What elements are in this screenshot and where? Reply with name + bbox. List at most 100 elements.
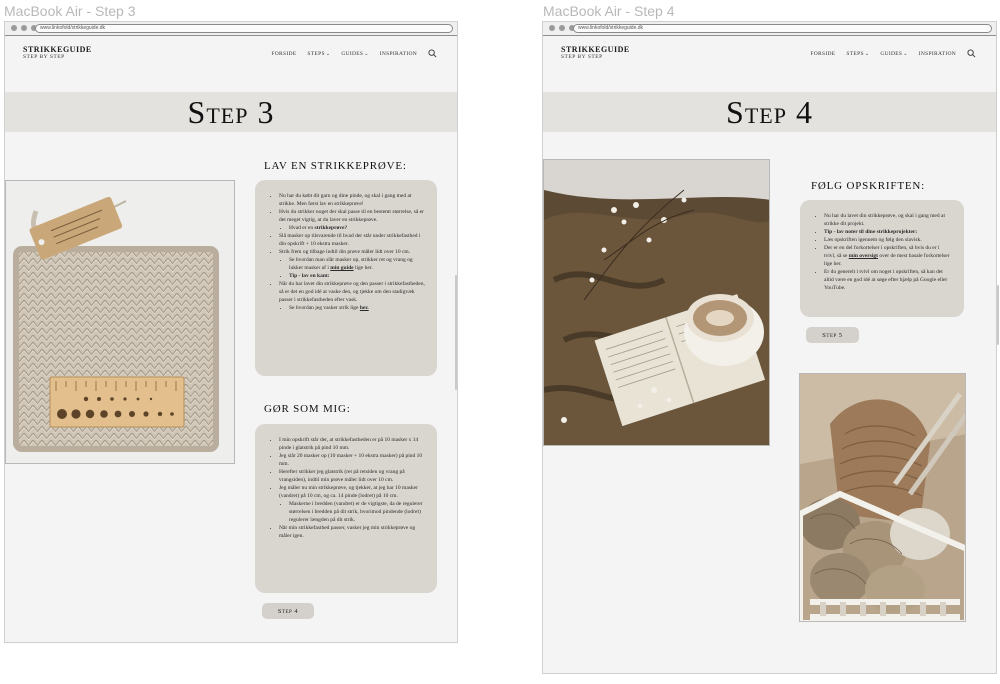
step-banner: Step 4 [543,92,996,132]
nav-inspiration-label: INSPIRATION [379,50,417,57]
info-list: I min opskrift står der, at strikkefasth… [267,436,425,540]
list-item: Slå masker op tilsvarende til hvad der s… [279,232,425,248]
chevron-down-icon: ⌄ [864,51,870,57]
list-item: Se hvordan man slår masker op, strikker … [289,256,425,272]
list-item: Hvad er en strikkeprøve? [289,224,425,232]
list-item: Jeg måler nu min strikkeprøve, og tjekke… [279,484,425,524]
site-logo[interactable]: STRIKKEGUIDE STEP BY STEP [23,45,92,60]
list-item: Hvis du strikker noget der skal passe ti… [279,208,425,232]
window-controls [11,25,37,31]
next-step-button[interactable]: Step 4 [262,603,314,619]
nav-home-label: FORSIDE [810,50,836,57]
logo-title: STRIKKEGUIDE [561,45,630,54]
yarn-basket-photo [799,373,966,622]
list-item: Tip - lav en kant: [289,272,425,280]
yarn-basket-image [800,374,965,621]
site-logo[interactable]: STRIKKEGUIDE STEP BY STEP [561,45,630,60]
nav-steps[interactable]: STEPS ⌄ [307,51,330,57]
list-item: Maskerne i bredden (vandret) er de vigti… [289,500,425,524]
site-header: STRIKKEGUIDE STEP BY STEP FORSIDE STEPS ⌄… [543,36,996,76]
chevron-down-icon: ⌄ [364,51,369,57]
nav-inspiration[interactable]: INSPIRATION [380,51,417,57]
section-title-do-like-me: GØR SOM MIG: [264,403,351,415]
list-item: Jeg slår 20 masker op (10 masker + 10 ek… [279,452,425,468]
close-dot-icon[interactable] [11,25,17,31]
list-item-bold[interactable]: strikkeprøve? [315,225,348,231]
list-item: I min opskrift står der, at strikkefasth… [279,436,425,452]
site-header: STRIKKEGUIDE STEP BY STEP FORSIDE STEPS ⌄… [5,36,457,76]
list-item-text: Jeg måler nu min strikkeprøve, og tjekke… [279,485,418,499]
section-title-follow-pattern: FØLG OPSKRIFTEN: [811,180,925,192]
wash-link[interactable]: her. [360,305,369,311]
sub-list: Se hvordan jeg vasker strik lige her. [279,304,425,312]
page-title: Step 3 [187,93,275,130]
artboard-title: MacBook Air - Step 3 [4,3,136,19]
nav-inspiration[interactable]: INSPIRATION [919,51,956,57]
list-item-text: lige her. [353,265,373,271]
address-bar[interactable]: www.linkofold/strikkeguide.dk [35,24,453,33]
logo-subtitle: STEP BY STEP [23,54,65,60]
list-item: Der er en del forkortelser i opskriften,… [824,244,952,268]
artboard-title: MacBook Air - Step 4 [543,3,675,19]
info-list: Nu har du købt dit garn og dine pinde, o… [267,192,425,312]
nav-guides-label: GUIDES [341,50,364,57]
sub-list: Maskerne i bredden (vandret) er de vigti… [279,500,425,524]
logo-title: STRIKKEGUIDE [23,45,92,54]
info-list: Nu har du lavet din strikkeprøve, og ska… [812,212,952,292]
address-bar[interactable]: www.linkofold/strikkeguide.dk [573,24,992,33]
info-card-follow-pattern: Nu har du lavet din strikkeprøve, og ska… [800,200,964,317]
nav-inspiration-label: INSPIRATION [918,50,956,57]
list-item: Læs opskriften igennem og følg den slavi… [824,236,952,244]
info-card-gauge: Nu har du købt dit garn og dine pinde, o… [255,180,437,376]
coffee-book-image [544,160,769,445]
page-title: Step 4 [726,93,813,130]
browser-frame: www.linkofold/strikkeguide.dk STRIKKEGUI… [542,21,997,674]
logo-subtitle: STEP BY STEP [561,54,603,60]
nav-guides[interactable]: GUIDES ⌄ [880,51,907,57]
nav-guides[interactable]: GUIDES ⌄ [341,51,368,57]
scrollbar[interactable] [455,275,457,390]
search-icon[interactable] [428,49,437,58]
nav-home[interactable]: FORSIDE [271,51,296,57]
sub-list: Hvad er en strikkeprøve? [279,224,425,232]
list-item: Herefter strikker jeg glatstrik (ret på … [279,468,425,484]
list-item-text: Når du har lavet din strikkeprøve og den… [279,281,425,303]
list-item-text: Hvad er en [289,225,315,231]
chevron-down-icon: ⌄ [903,51,908,57]
minimize-dot-icon[interactable] [559,25,565,31]
main-nav: FORSIDE STEPS ⌄ GUIDES ⌄ INSPIRATION [271,49,437,58]
step-banner: Step 3 [5,92,457,132]
gauge-swatch-photo [5,180,235,464]
coffee-book-photo [543,159,770,446]
search-icon[interactable] [967,49,976,58]
nav-steps[interactable]: STEPS ⌄ [846,51,869,57]
browser-chrome: www.linkofold/strikkeguide.dk [543,22,996,36]
list-item: Nu har du lavet din strikkeprøve, og ska… [824,212,952,228]
list-item: Strik frem og tilbage indtil din prøve m… [279,248,425,280]
nav-home[interactable]: FORSIDE [810,51,835,57]
sub-list: Se hvordan man slår masker op, strikker … [279,256,425,280]
nav-steps-label: STEPS [307,50,325,57]
list-item: Når min strikkefasthed passer, vasker je… [279,524,425,540]
window-controls [549,25,575,31]
list-item: Tip - lav noter til dine strikkeprojekte… [824,228,952,236]
next-step-button[interactable]: Step 5 [806,327,859,343]
nav-home-label: FORSIDE [271,50,297,57]
knitted-swatch-image [6,181,234,463]
nav-guides-label: GUIDES [880,50,903,57]
list-item-text: Strik frem og tilbage indtil din prøve m… [279,249,411,255]
overview-link[interactable]: min oversigt [849,253,878,259]
list-item-text: Se hvordan jeg vasker strik lige [289,305,360,311]
info-card-do-like-me: I min opskrift står der, at strikkefasth… [255,424,437,593]
list-item-text: Hvis du strikker noget der skal passe ti… [279,209,424,223]
nav-steps-label: STEPS [846,50,864,57]
close-dot-icon[interactable] [549,25,555,31]
chevron-down-icon: ⌄ [325,51,331,57]
minimize-dot-icon[interactable] [21,25,27,31]
list-item: Se hvordan jeg vasker strik lige her. [289,304,425,312]
list-item: Når du har lavet din strikkeprøve og den… [279,280,425,312]
scrollbar[interactable] [997,285,999,345]
browser-chrome: www.linkofold/strikkeguide.dk [5,22,457,36]
guide-link[interactable]: min guide [330,265,353,271]
list-item: Nu har du købt dit garn og dine pinde, o… [279,192,425,208]
